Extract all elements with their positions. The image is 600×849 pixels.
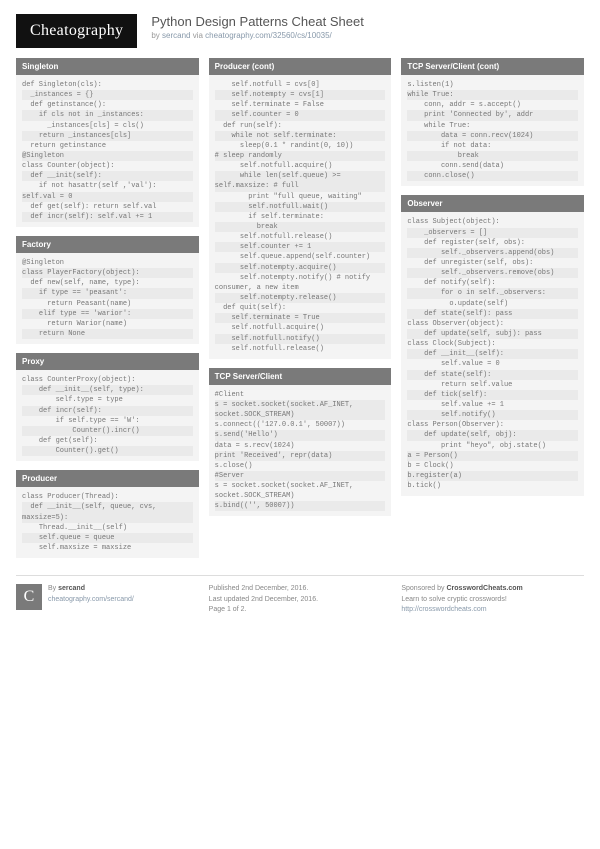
card-header: Producer (cont) <box>209 58 392 75</box>
footer-col-1: C By sercand cheatography.com/sercand/ <box>16 584 199 616</box>
card-body: s.listen(1)while True: conn, addr = s.ac… <box>401 75 584 186</box>
card-body: class CounterProxy(object): def __init__… <box>16 370 199 461</box>
byline: by sercand via cheatography.com/32560/cs… <box>151 31 363 40</box>
card-producer: Producer class Producer(Thread): def __i… <box>16 470 199 558</box>
code-block: self.notfull = cvs[0] self.notempty = cv… <box>209 80 392 354</box>
columns: Singleton def Singleton(cls): _instances… <box>16 58 584 567</box>
code-block: class Producer(Thread): def __init__(sel… <box>16 492 199 553</box>
header: Cheatography Python Design Patterns Chea… <box>16 14 584 48</box>
card-header: Factory <box>16 236 199 253</box>
card-body: self.notfull = cvs[0] self.notempty = cv… <box>209 75 392 359</box>
card-body: class Subject(object): _observers = [] d… <box>401 212 584 496</box>
footer-col-2: Published 2nd December, 2016. Last updat… <box>209 584 392 616</box>
footer-sponsor-name: CrosswordCheats.com <box>447 585 523 592</box>
footer-by: By <box>48 585 58 592</box>
footer-logo-icon: C <box>16 584 42 610</box>
footer-updated: Last updated 2nd December, 2016. <box>209 596 318 603</box>
card-header: TCP Server/Client <box>209 368 392 385</box>
card-header: Singleton <box>16 58 199 75</box>
footer-author-url[interactable]: cheatography.com/sercand/ <box>48 596 134 603</box>
code-block: def Singleton(cls): _instances = {} def … <box>16 80 199 222</box>
byline-by: by <box>151 31 162 40</box>
page: Cheatography Python Design Patterns Chea… <box>0 0 600 628</box>
card-header: Producer <box>16 470 199 487</box>
card-body: #Clients = socket.socket(socket.AF_INET,… <box>209 385 392 517</box>
card-singleton: Singleton def Singleton(cls): _instances… <box>16 58 199 227</box>
column-2: Producer (cont) self.notfull = cvs[0] se… <box>209 58 392 567</box>
site-logo: Cheatography <box>16 14 137 48</box>
card-tcp: TCP Server/Client #Clients = socket.sock… <box>209 368 392 517</box>
code-block: s.listen(1)while True: conn, addr = s.ac… <box>401 80 584 181</box>
card-producer-cont: Producer (cont) self.notfull = cvs[0] se… <box>209 58 392 359</box>
card-factory: Factory @Singletonclass PlayerFactory(ob… <box>16 236 199 344</box>
footer-page: Page 1 of 2. <box>209 606 247 613</box>
source-link[interactable]: cheatography.com/32560/cs/10035/ <box>205 31 332 40</box>
page-title: Python Design Patterns Cheat Sheet <box>151 14 363 29</box>
card-proxy: Proxy class CounterProxy(object): def __… <box>16 353 199 461</box>
card-header: Observer <box>401 195 584 212</box>
card-observer: Observer class Subject(object): _observe… <box>401 195 584 496</box>
footer-sponsor-label: Sponsored by <box>401 585 446 592</box>
card-header: TCP Server/Client (cont) <box>401 58 584 75</box>
column-1: Singleton def Singleton(cls): _instances… <box>16 58 199 567</box>
code-block: class Subject(object): _observers = [] d… <box>401 217 584 491</box>
byline-via: via <box>191 31 206 40</box>
footer-sponsor-tag: Learn to solve cryptic crosswords! <box>401 596 506 603</box>
code-block: #Clients = socket.socket(socket.AF_INET,… <box>209 390 392 512</box>
footer: C By sercand cheatography.com/sercand/ P… <box>16 575 584 616</box>
author-link[interactable]: sercand <box>162 31 190 40</box>
column-3: TCP Server/Client (cont) s.listen(1)whil… <box>401 58 584 567</box>
footer-published: Published 2nd December, 2016. <box>209 585 309 592</box>
code-block: @Singletonclass PlayerFactory(object): d… <box>16 258 199 339</box>
card-body: class Producer(Thread): def __init__(sel… <box>16 487 199 558</box>
card-body: def Singleton(cls): _instances = {} def … <box>16 75 199 227</box>
title-block: Python Design Patterns Cheat Sheet by se… <box>151 14 363 40</box>
footer-author: sercand <box>58 585 85 592</box>
code-block: class CounterProxy(object): def __init__… <box>16 375 199 456</box>
footer-col-3: Sponsored by CrosswordCheats.com Learn t… <box>401 584 584 616</box>
card-tcp-cont: TCP Server/Client (cont) s.listen(1)whil… <box>401 58 584 186</box>
card-body: @Singletonclass PlayerFactory(object): d… <box>16 253 199 344</box>
footer-sponsor-url[interactable]: http://crosswordcheats.com <box>401 606 486 613</box>
card-header: Proxy <box>16 353 199 370</box>
